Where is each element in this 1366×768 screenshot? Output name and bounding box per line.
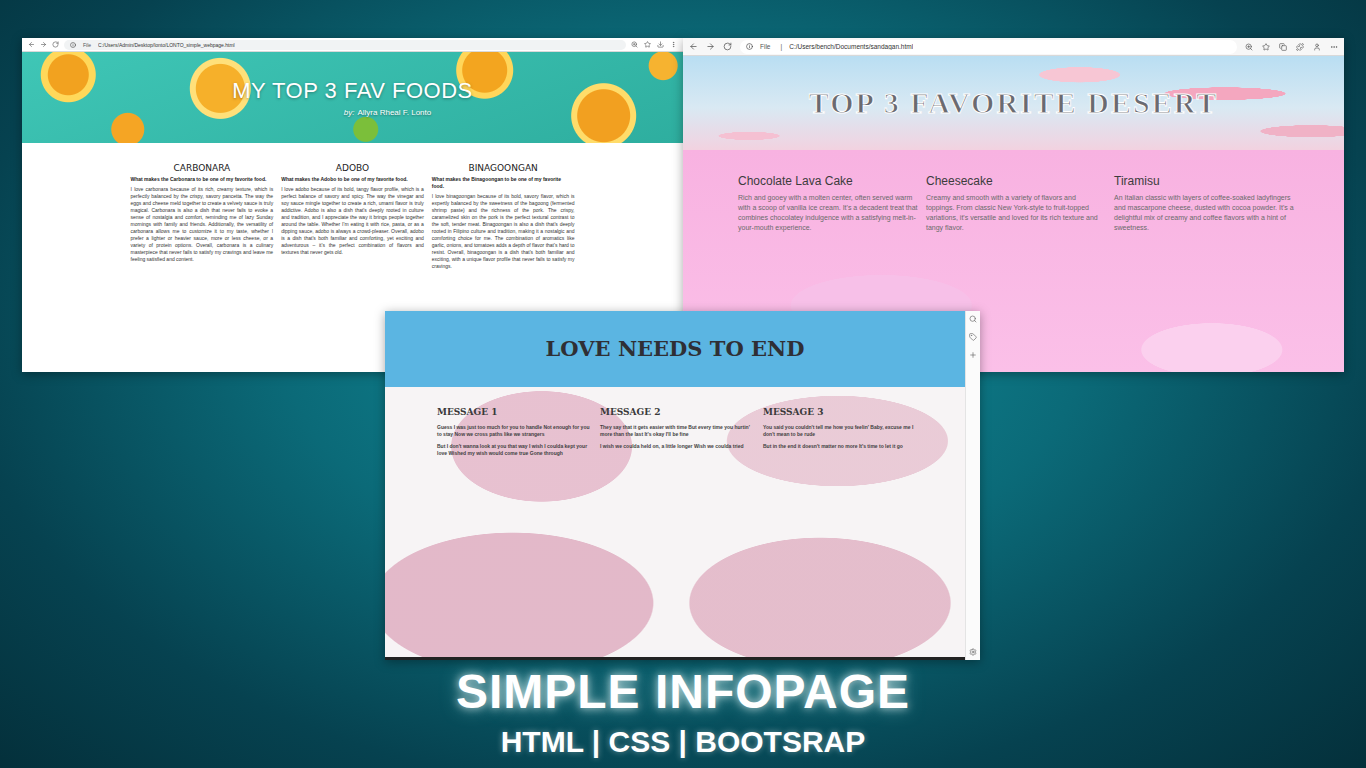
message-heading: MESSAGE 1 [437, 407, 592, 417]
food-column: BINAGOONGAN What makes the Binagoongan to… [432, 163, 575, 270]
page-title: TOP 3 FAVORITE DESERT [809, 85, 1219, 121]
dessert-heading: Tiramisu [1114, 174, 1294, 188]
caption-subtitle: HTML | CSS | BOOTSRAP [501, 724, 866, 760]
back-icon[interactable] [28, 41, 35, 48]
address-bar[interactable]: File C:/Users/Admin/Desktop/lonto/LONTO_s… [64, 40, 626, 50]
food-heading: CARBONARA [131, 163, 274, 173]
message-text: But I don't wanna look at you that way I… [437, 443, 592, 457]
caption-title: SIMPLE INFOPAGE [456, 664, 910, 720]
favorite-icon[interactable] [1262, 43, 1270, 51]
food-heading: ADOBO [281, 163, 424, 173]
reload-icon[interactable] [52, 41, 59, 48]
message-text: They say that it gets easier with time B… [600, 424, 755, 438]
dessert-heading: Cheesecake [926, 174, 1106, 188]
food-text: I love binagoongan because of its bold, … [432, 193, 575, 270]
download-icon[interactable] [657, 41, 664, 48]
message-heading: MESSAGE 3 [763, 407, 918, 417]
browser-bar: File C:/Users/Admin/Desktop/lonto/LONTO_s… [22, 38, 683, 52]
browser-bar: File | C:/Users/bench/Documents/sandagan.h… [683, 38, 1344, 56]
banner: TOP 3 FAVORITE DESERT [683, 56, 1344, 150]
dessert-column: Chocolate Lava Cake Rich and gooey with a… [738, 174, 918, 233]
tag-icon[interactable] [969, 333, 977, 341]
page-title: MY TOP 3 FAV FOODS [232, 78, 472, 104]
content: MESSAGE 1 Guess I was just too much for y… [385, 387, 965, 657]
info-icon[interactable] [746, 43, 753, 50]
menu-icon[interactable] [670, 41, 677, 48]
back-icon[interactable] [689, 42, 698, 51]
scheme-label: File [80, 42, 94, 48]
collections-icon[interactable] [1279, 43, 1287, 51]
info-icon[interactable] [70, 42, 76, 48]
message-text: You said you couldn't tell me how you fe… [763, 424, 918, 438]
message-text: But in the end it doesn't matter no more… [763, 443, 918, 450]
separator: | [777, 43, 785, 50]
message-text: Guess I was just too much for you to han… [437, 424, 592, 438]
dessert-column: Cheesecake Creamy and smooth with a varie… [926, 174, 1106, 233]
food-subtitle: What makes the Carbonara to be one of my… [131, 176, 274, 183]
food-heading: BINAGOONGAN [432, 163, 575, 173]
url-text: C:/Users/bench/Documents/sandagan.html [789, 43, 913, 50]
forward-icon[interactable] [706, 42, 715, 51]
dessert-heading: Chocolate Lava Cake [738, 174, 918, 188]
byline: by:Allyra Rheal F. Lonto [344, 108, 432, 117]
extensions-icon[interactable] [1296, 43, 1304, 51]
search-icon[interactable] [969, 315, 977, 323]
dessert-text: Rich and gooey with a molten center, oft… [738, 193, 918, 233]
plus-icon[interactable] [969, 351, 977, 359]
dessert-text: Creamy and smooth with a variety of flav… [926, 193, 1106, 233]
food-column: ADOBO What makes the Adobo to be one of m… [281, 163, 424, 256]
page-title: LOVE NEEDS TO END [546, 336, 805, 361]
message-column: MESSAGE 2 They say that it gets easier wi… [600, 407, 755, 457]
gear-icon[interactable] [969, 648, 977, 656]
food-text: I love carbonara because of its rich, cr… [131, 186, 274, 263]
food-subtitle: What makes the Adobo to be one of my fav… [281, 176, 424, 183]
zoom-icon[interactable] [631, 41, 638, 48]
url-text: C:/Users/Admin/Desktop/lonto/LONTO_simpl… [98, 42, 235, 48]
food-subtitle: What makes the Binagoongan to be one of … [432, 176, 575, 190]
food-text: I love adobo because of its bold, tangy … [281, 186, 424, 256]
scheme-label: File [757, 43, 773, 50]
food-column: CARBONARA What makes the Carbonara to be … [131, 163, 274, 263]
address-bar[interactable]: File | C:/Users/bench/Documents/sandagan.h… [740, 40, 1237, 54]
banner: MY TOP 3 FAV FOODS by:Allyra Rheal F. Lon… [22, 52, 683, 143]
message-text: I wish we coulda held on, a little longe… [600, 443, 755, 450]
bookmark-icon[interactable] [644, 41, 651, 48]
side-toolbar [965, 311, 980, 660]
message-heading: MESSAGE 2 [600, 407, 755, 417]
reload-icon[interactable] [723, 42, 732, 51]
profile-icon[interactable] [1313, 43, 1321, 51]
caption: SIMPLE INFOPAGE HTML | CSS | BOOTSRAP [456, 664, 910, 760]
thumbnail: File C:/Users/Admin/Desktop/lonto/LONTO_s… [0, 0, 1366, 768]
message-column: MESSAGE 3 You said you couldn't tell me h… [763, 407, 918, 457]
banner: LOVE NEEDS TO END [385, 311, 965, 387]
message-column: MESSAGE 1 Guess I was just too much for y… [437, 407, 592, 457]
dessert-text: An Italian classic with layers of coffee… [1114, 193, 1294, 233]
zoom-icon[interactable] [1245, 43, 1253, 51]
forward-icon[interactable] [40, 41, 47, 48]
message-page-window: LOVE NEEDS TO END MESSAGE 1 Guess I was ju… [385, 311, 980, 660]
dessert-column: Tiramisu An Italian classic with layers o… [1114, 174, 1294, 233]
menu-icon[interactable] [1330, 43, 1338, 51]
